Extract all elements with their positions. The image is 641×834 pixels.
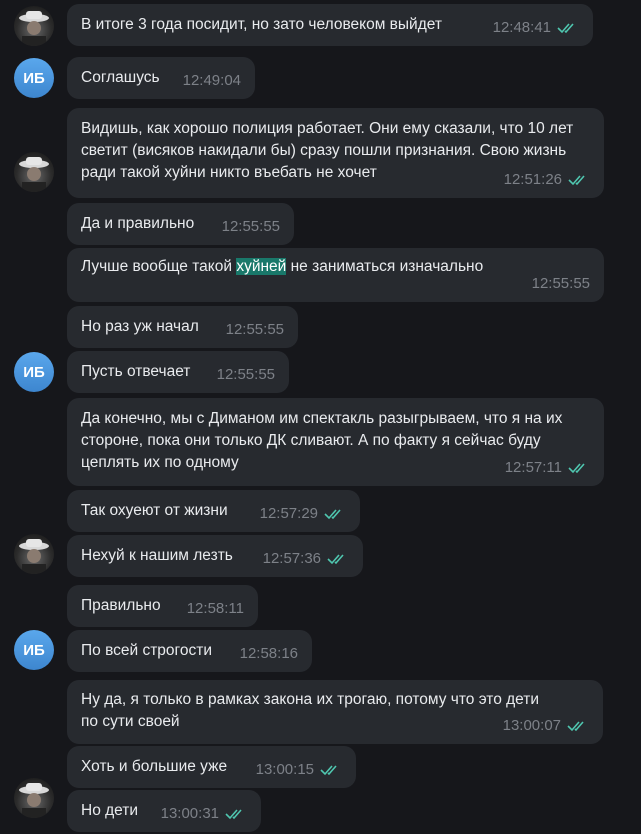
contact-avatar-photo[interactable] <box>14 534 54 574</box>
message-time: 12:58:16 <box>239 645 298 662</box>
double-check-icon <box>320 765 337 776</box>
message-text: не заниматься изначально <box>286 258 484 275</box>
message-bubble[interactable]: Но раз уж начал 12:55:55 <box>67 306 298 348</box>
message-bubble[interactable]: Лучше вообще такой хуйней не заниматься … <box>67 248 604 302</box>
message-bubble[interactable]: Правильно 12:58:11 <box>67 585 258 627</box>
message-text: Лучше вообще такой <box>81 258 237 275</box>
message-bubble[interactable]: Да и правильно 12:55:55 <box>67 203 294 245</box>
message-bubble[interactable]: В итоге 3 года посидит, но зато человеко… <box>67 4 593 46</box>
message-text: Но дети <box>81 802 139 819</box>
message-time: 12:49:04 <box>182 72 241 89</box>
message-meta: 12:57:36 <box>263 548 349 570</box>
message-bubble[interactable]: Пусть отвечает 12:55:55 <box>67 351 289 393</box>
hat-man-icon <box>19 783 49 818</box>
message-time: 13:00:15 <box>255 761 314 778</box>
message-text: По всей строгости <box>81 642 212 659</box>
message-bubble[interactable]: Видишь, как хорошо полиция работает. Они… <box>67 108 604 198</box>
message-time: 12:57:11 <box>504 459 562 476</box>
message-text: Так охуеют от жизни <box>81 502 228 519</box>
message-text: Ну да, я только в рамках закона их трога… <box>81 691 540 730</box>
message-meta: 12:55:55 <box>226 319 284 341</box>
message-text: Правильно <box>81 597 161 614</box>
message-time: 12:51:26 <box>503 171 562 188</box>
contact-avatar-photo[interactable] <box>14 778 54 818</box>
message-time: 12:55:55 <box>531 275 590 292</box>
double-check-icon <box>327 554 344 565</box>
contact-avatar-initials[interactable]: ИБ <box>14 352 54 392</box>
double-check-icon <box>557 23 574 34</box>
hat-man-icon <box>19 157 49 192</box>
contact-avatar-initials[interactable]: ИБ <box>14 630 54 670</box>
double-check-icon <box>568 175 585 186</box>
message-text: Да и правильно <box>81 215 195 232</box>
message-bubble[interactable]: Хоть и большие уже 13:00:15 <box>67 746 356 788</box>
message-meta: 12:57:29 <box>260 503 346 525</box>
message-bubble[interactable]: Так охуеют от жизни 12:57:29 <box>67 490 360 532</box>
double-check-icon <box>225 809 242 820</box>
search-highlight: хуйней <box>236 258 287 275</box>
hat-man-icon <box>19 539 49 574</box>
message-time: 12:55:55 <box>225 321 284 338</box>
message-text: Но раз уж начал <box>81 318 199 335</box>
message-meta: 12:51:26 <box>504 169 590 191</box>
message-time: 12:58:11 <box>186 600 244 617</box>
message-time: 13:00:31 <box>160 805 219 822</box>
message-meta: 12:55:55 <box>217 364 275 386</box>
message-bubble[interactable]: Соглашусь 12:49:04 <box>67 57 255 99</box>
double-check-icon <box>568 463 585 474</box>
message-time: 12:55:55 <box>216 366 275 383</box>
message-meta: 12:55:55 <box>222 216 280 238</box>
message-bubble[interactable]: Ну да, я только в рамках закона их трога… <box>67 680 603 744</box>
contact-avatar-photo[interactable] <box>14 6 54 46</box>
message-meta: 12:58:16 <box>240 643 298 665</box>
message-meta: 12:48:41 <box>493 17 579 39</box>
message-text: В итоге 3 года посидит, но зато человеко… <box>81 16 442 33</box>
message-meta: 12:55:55 <box>532 273 590 295</box>
contact-avatar-photo[interactable] <box>14 152 54 192</box>
message-meta: 12:58:11 <box>187 598 244 620</box>
message-time: 12:57:29 <box>259 505 318 522</box>
message-time: 12:57:36 <box>262 550 321 567</box>
message-bubble[interactable]: Нехуй к нашим лезть 12:57:36 <box>67 535 363 577</box>
message-bubble[interactable]: Да конечно, мы с Диманом им спектакль ра… <box>67 398 604 486</box>
message-bubble[interactable]: Но дети 13:00:31 <box>67 790 261 832</box>
hat-man-icon <box>19 11 49 46</box>
message-meta: 12:57:11 <box>505 457 590 479</box>
double-check-icon <box>567 721 584 732</box>
message-meta: 13:00:31 <box>161 803 247 825</box>
double-check-icon <box>324 509 341 520</box>
message-meta: 12:49:04 <box>183 70 241 92</box>
message-text: Соглашусь <box>81 69 160 86</box>
contact-avatar-initials[interactable]: ИБ <box>14 58 54 98</box>
message-time: 12:48:41 <box>492 19 551 36</box>
message-text: Хоть и большие уже <box>81 758 228 775</box>
message-meta: 13:00:07 <box>503 715 589 737</box>
message-text: Нехуй к нашим лезть <box>81 547 233 564</box>
message-bubble[interactable]: По всей строгости 12:58:16 <box>67 630 312 672</box>
message-time: 12:55:55 <box>221 218 280 235</box>
message-text: Пусть отвечает <box>81 363 191 380</box>
message-meta: 13:00:15 <box>256 759 342 781</box>
message-time: 13:00:07 <box>502 717 561 734</box>
